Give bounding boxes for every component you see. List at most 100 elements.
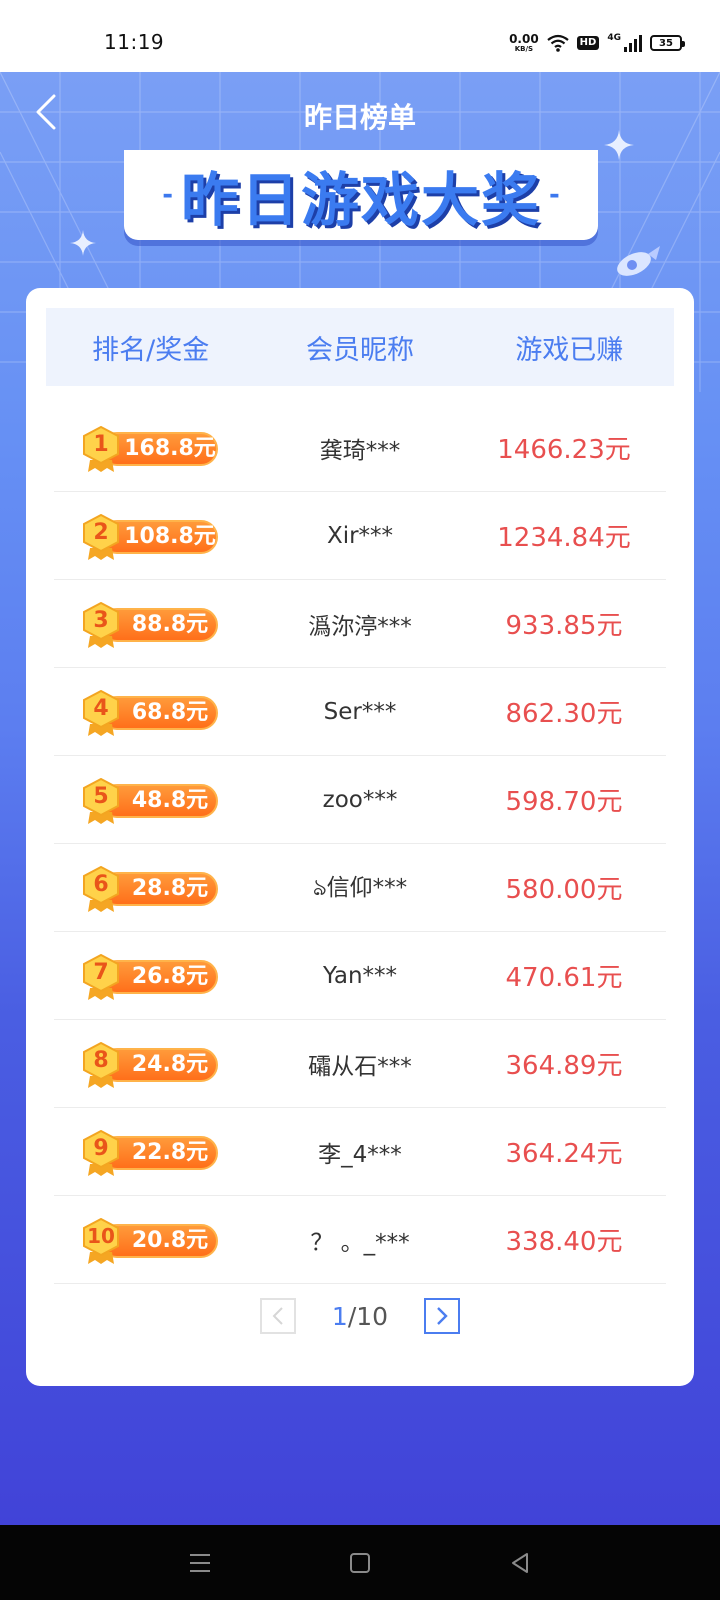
nickname-cell: ঌ信仰*** [312, 874, 408, 901]
status-icons: 0.00 KB/S HD 4G 35 [509, 32, 685, 54]
earned-cell: 580.00元 [505, 875, 623, 905]
pagination: 1/10 [26, 1296, 694, 1336]
earned-cell: 598.70元 [505, 787, 623, 817]
table-row: 28.8元 6 ঌ信仰*** 580.00元 [54, 844, 666, 932]
header-rank-prize: 排名/奖金 [92, 334, 210, 366]
nickname-cell: 李_4*** [318, 1141, 402, 1168]
table-row: 20.8元 10 ？ 。_*** 338.40元 [54, 1196, 666, 1284]
system-back-button[interactable] [505, 1548, 535, 1578]
rocket-icon [617, 246, 660, 276]
table-row: 24.8元 8 礵从石*** 364.89元 [54, 1020, 666, 1108]
menu-icon [190, 1553, 210, 1572]
signal-label: 4G [607, 33, 621, 43]
table-row: 22.8元 9 李_4*** 364.24元 [54, 1108, 666, 1196]
rank-number: 5 [93, 783, 109, 809]
chevron-right-icon [437, 1307, 448, 1325]
earned-cell: 1466.23元 [497, 435, 631, 465]
nickname-cell: 潙沵渟*** [308, 613, 412, 640]
rank-prize-cell: 88.8元 3 [54, 580, 258, 668]
table-row: 26.8元 7 Yan*** 470.61元 [54, 932, 666, 1020]
triangle-back-icon [512, 1552, 528, 1573]
table-row: 108.8元 2 Xir*** 1234.84元 [54, 492, 666, 580]
battery-level: 35 [659, 37, 673, 49]
table-row: 48.8元 5 zoo*** 598.70元 [54, 756, 666, 844]
rank-number: 8 [93, 1047, 109, 1073]
sparkle-icon [70, 230, 96, 256]
home-button[interactable] [345, 1548, 375, 1578]
page-separator: / [347, 1301, 357, 1331]
rank-number: 9 [93, 1135, 109, 1161]
signal-icon: 4G [607, 34, 642, 52]
rank-medal-icon: 4 [82, 689, 120, 736]
earned-cell: 364.89元 [505, 1051, 623, 1081]
rank-prize-cell: 28.8元 6 [54, 844, 258, 932]
next-page-button[interactable] [424, 1298, 461, 1334]
rank-prize-cell: 108.8元 2 [54, 492, 258, 580]
leaderboard-card: 排名/奖金 会员昵称 游戏已赚 168.8元 1 龚琦*** 1466.23元 [26, 288, 694, 1386]
nickname-cell: zoo*** [322, 786, 398, 813]
header-nickname: 会员昵称 [305, 334, 414, 366]
rank-prize-cell: 168.8元 1 [54, 404, 258, 492]
rank-medal-icon: 6 [82, 865, 120, 912]
rank-medal-icon: 8 [82, 1041, 120, 1088]
nickname-cell: Yan*** [322, 962, 398, 989]
rank-medal-icon: 10 [82, 1217, 120, 1264]
rank-number: 6 [93, 871, 109, 897]
hd-badge: HD [576, 36, 600, 50]
nickname-cell: ？ 。_*** [310, 1229, 410, 1256]
rank-prize-cell: 26.8元 7 [54, 932, 258, 1020]
rank-number: 7 [93, 959, 109, 985]
rank-number: 10 [87, 1223, 115, 1248]
network-speed: 0.00 KB/S [509, 33, 539, 53]
rank-medal-icon: 5 [82, 777, 120, 824]
banner-title: 昨日游戏大奖 [180, 166, 541, 234]
earned-cell: 338.40元 [505, 1227, 623, 1257]
status-bar: 11:19 0.00 KB/S HD 4G 35 [0, 0, 720, 72]
rank-medal-icon: 9 [82, 1129, 120, 1176]
earned-cell: 470.61元 [505, 963, 623, 993]
rank-number: 3 [93, 607, 109, 633]
prize-banner: - 昨日游戏大奖 - [124, 150, 598, 240]
earned-cell: 933.85元 [505, 611, 623, 641]
network-speed-unit: KB/S [514, 45, 534, 53]
earned-cell: 862.30元 [505, 699, 623, 729]
rank-number: 2 [93, 519, 109, 545]
earned-cell: 364.24元 [505, 1139, 623, 1169]
table-row: 168.8元 1 龚琦*** 1466.23元 [54, 404, 666, 492]
network-speed-value: 0.00 [509, 32, 539, 46]
banner-dash-right: - [549, 180, 560, 210]
banner-dash-left: - [162, 180, 173, 210]
earned-cell: 1234.84元 [497, 523, 631, 553]
nickname-cell: Xir*** [326, 522, 394, 549]
total-pages: 10 [356, 1301, 389, 1331]
rank-medal-icon: 2 [82, 513, 120, 560]
nickname-cell: Ser*** [323, 698, 397, 725]
page-background: 昨日榜单 - 昨日游戏大奖 - 排名/奖金 会员昵称 游戏已赚 168.8元 1… [0, 72, 720, 1525]
current-page: 1 [331, 1301, 348, 1331]
prev-page-button[interactable] [259, 1298, 296, 1334]
system-navigation-bar [0, 1525, 720, 1600]
battery-icon: 35 [650, 35, 685, 51]
table-body: 168.8元 1 龚琦*** 1466.23元 108.8元 2 Xir*** … [54, 404, 666, 1284]
rank-prize-cell: 24.8元 8 [54, 1020, 258, 1108]
rank-medal-icon: 3 [82, 601, 120, 648]
nickname-cell: 龚琦*** [319, 437, 401, 464]
recent-apps-button[interactable] [185, 1548, 215, 1578]
rank-prize-cell: 20.8元 10 [54, 1196, 258, 1284]
rank-prize-cell: 22.8元 9 [54, 1108, 258, 1196]
sparkle-icon [604, 130, 634, 160]
rank-prize-cell: 68.8元 4 [54, 668, 258, 756]
wifi-icon [546, 34, 569, 52]
rank-medal-icon: 1 [82, 425, 120, 472]
header-earned: 游戏已赚 [515, 334, 624, 366]
chevron-left-icon [272, 1307, 283, 1325]
table-row: 68.8元 4 Ser*** 862.30元 [54, 668, 666, 756]
rank-number: 1 [93, 431, 109, 457]
page-indicator: 1/10 [332, 1302, 388, 1331]
table-header: 排名/奖金 会员昵称 游戏已赚 [46, 308, 674, 386]
rank-number: 4 [93, 695, 109, 721]
nickname-cell: 礵从石*** [308, 1053, 412, 1080]
square-icon [350, 1552, 370, 1573]
table-row: 88.8元 3 潙沵渟*** 933.85元 [54, 580, 666, 668]
rank-prize-cell: 48.8元 5 [54, 756, 258, 844]
